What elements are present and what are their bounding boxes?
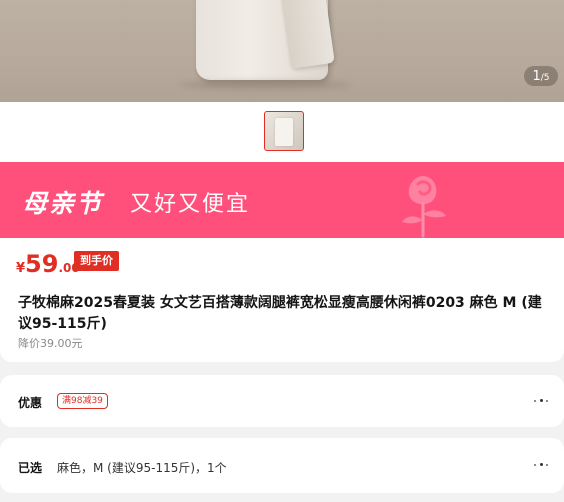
- rose-icon: [402, 176, 446, 238]
- price-card: ¥59.00 到手价 子牧棉麻2025春夏装 女文艺百搭薄款阔腿裤宽松显瘦高腰休…: [0, 238, 564, 362]
- product-photo-fold: [281, 0, 335, 69]
- image-counter-total: /5: [540, 73, 550, 83]
- product-title: 子牧棉麻2025春夏装 女文艺百搭薄款阔腿裤宽松显瘦高腰休闲裤0203 麻色 M…: [18, 295, 542, 332]
- banner-title: 母亲节: [22, 189, 104, 218]
- banner-subtitle: 又好又便宜: [130, 192, 251, 217]
- selected-sku-value: 麻色，M (建议95-115斤)，1个: [57, 461, 227, 475]
- price-reduction: 降价39.00元: [18, 337, 83, 350]
- final-price-tag: 到手价: [74, 251, 119, 271]
- product-page: 1/5 母亲节 又好又便宜 ¥59.00 到手价 子牧棉麻2025春夏装 女文艺…: [0, 0, 564, 502]
- photo-shadow: [180, 80, 350, 90]
- thumbnail-image: [275, 118, 293, 146]
- coupon-badge[interactable]: 满98减39: [57, 393, 108, 409]
- promotion-label: 优惠: [18, 396, 43, 410]
- final-price: ¥59.00: [16, 250, 80, 278]
- price-integer: 59: [25, 250, 59, 278]
- product-image-carousel[interactable]: 1/5: [0, 0, 564, 102]
- selected-sku-row[interactable]: 已选 麻色，M (建议95-115斤)，1个: [0, 438, 564, 493]
- price-currency: ¥: [16, 261, 26, 276]
- image-counter: 1/5: [524, 66, 558, 86]
- more-icon[interactable]: [534, 461, 550, 469]
- image-counter-current: 1: [532, 69, 541, 84]
- mothers-day-banner[interactable]: 母亲节 又好又便宜: [0, 162, 564, 238]
- thumbnail-selected[interactable]: [264, 111, 304, 151]
- promotion-row[interactable]: 优惠 满98减39: [0, 375, 564, 427]
- selected-label: 已选: [18, 461, 43, 475]
- more-icon[interactable]: [534, 397, 550, 405]
- thumbnail-strip: [0, 102, 564, 162]
